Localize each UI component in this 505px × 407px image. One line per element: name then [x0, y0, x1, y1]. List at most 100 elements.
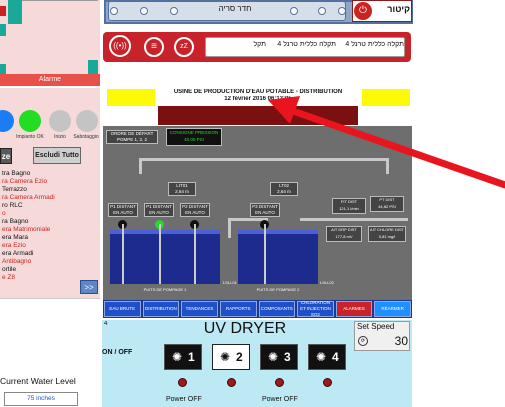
- room-dot-icon[interactable]: [290, 7, 298, 15]
- uv-lamp-4-number: 4: [332, 350, 339, 364]
- zones-button[interactable]: ze: [0, 148, 12, 164]
- zone-list-item[interactable]: era Mara: [2, 234, 80, 242]
- room-dot-icon[interactable]: [140, 7, 148, 15]
- well-2-label: PUITS DE POMPAGE 2: [256, 287, 300, 292]
- scada-date: 12 février 2016 06:12:05: [224, 96, 292, 102]
- room-dot-icon[interactable]: [338, 7, 346, 15]
- status-dot-inizio: [49, 110, 71, 132]
- pipe: [139, 158, 142, 174]
- zone-list-item[interactable]: e Z8: [2, 274, 80, 282]
- zone-list-item[interactable]: ro RLC: [2, 202, 80, 210]
- pump-column: [159, 224, 161, 284]
- water-level-label: Current Water Level: [0, 376, 76, 386]
- lsl-2-label: LSLL02: [320, 280, 334, 285]
- scada-nav-button[interactable]: COMPOSANTS: [258, 301, 296, 317]
- zone-list-item[interactable]: ra Camera Armadi: [2, 194, 80, 202]
- pressure-setpoint-label: CONSIGNE PRESSION: [169, 130, 219, 135]
- scada-nav-button[interactable]: TENDANCES: [181, 301, 218, 317]
- zone-list-item[interactable]: ra Bagno: [2, 218, 80, 226]
- alarm-bell-button[interactable]: ((•)): [109, 35, 131, 57]
- zone-list-item[interactable]: era Matrimoniale: [2, 226, 80, 234]
- uv-lamp-icon: ✺: [219, 350, 231, 364]
- tank-2: [238, 230, 318, 284]
- sensor-ait-drp-label: AIT DRP DIST: [331, 227, 357, 232]
- lt02-value: 2,64 m: [277, 189, 291, 194]
- zone-list-item[interactable]: o: [2, 210, 80, 218]
- brand-label: קיטור: [387, 4, 410, 14]
- pump-p1b-status[interactable]: P1 DISTANT EN AUTO: [144, 203, 174, 217]
- pump-p2-status[interactable]: P2 DISTANT EN AUTO: [180, 203, 210, 217]
- sensor-ait-drp-value: 177,8 mV: [335, 234, 353, 239]
- uv-lamp-icon: ✺: [171, 350, 183, 364]
- scada-nav-button[interactable]: RÉARMER: [374, 301, 411, 317]
- pump-column: [194, 224, 196, 284]
- well-1-label: PUITS DE POMPAGE 1: [143, 287, 187, 292]
- alarm-message-2: תקלה כללית טרנל 4: [277, 41, 336, 48]
- zone-alarm-marker: [0, 6, 6, 16]
- scada-banner: [158, 106, 358, 125]
- sensor-pt-dist-value: 44,82 PSI: [378, 204, 396, 209]
- tank-1: [110, 230, 220, 284]
- water-level-field[interactable]: 75 inches: [4, 392, 78, 406]
- set-speed-value: 30: [394, 334, 408, 348]
- sensor-fit-dist-value: 121,1 l/min: [339, 206, 359, 211]
- alarm-label: Alarme: [38, 76, 62, 83]
- uv-lamp-icon: ✺: [315, 350, 327, 364]
- room-dot-icon[interactable]: [318, 7, 326, 15]
- start-order-button[interactable]: ORDRE DE DÉPART POMPE 1, 2, 2: [106, 130, 158, 144]
- alarm-message-3: תקל: [253, 41, 266, 48]
- zone-list-item[interactable]: era Ezio: [2, 242, 80, 250]
- status-label-inizio: Inizio: [54, 134, 66, 140]
- power-led-1: [178, 378, 187, 387]
- room-dot-icon[interactable]: [170, 7, 178, 15]
- zone-list-item[interactable]: ortile: [2, 266, 80, 274]
- pump-p1-status[interactable]: P1 DISTANT EN AUTO: [108, 203, 138, 217]
- scada-nav-button[interactable]: RAPPORTS: [219, 301, 257, 317]
- uv-lamp-1-number: 1: [188, 350, 195, 364]
- zone-list: tra Bagno ra Camera Ezio Terrazzo ra Camera…: [0, 170, 80, 282]
- power-led-3: [275, 378, 284, 387]
- scada-nav-button[interactable]: CHLORATION ET INJECTION SO2: [297, 300, 334, 317]
- on-off-label: ON / OFF: [102, 349, 133, 356]
- power-off-label-1: Power OFF: [166, 396, 202, 403]
- yellow-indicator: [107, 89, 155, 106]
- sensor-ait-chlore-label: AIT CHLORE DIST: [369, 227, 405, 232]
- scada-nav-button[interactable]: ALARMES: [335, 301, 373, 317]
- power-icon: ⏻: [354, 2, 372, 20]
- lit01-value: 2,64 m: [175, 189, 189, 194]
- zone-list-item[interactable]: tra Bagno: [2, 170, 80, 178]
- pipe: [228, 218, 231, 238]
- floorplan-line: [22, 0, 98, 1]
- sleep-button[interactable]: zZ: [174, 37, 194, 57]
- menu-list-button[interactable]: ≡: [144, 37, 164, 57]
- zone-list-item[interactable]: Terrazzo: [2, 186, 80, 194]
- zone-list-item[interactable]: ra Camera Ezio: [2, 178, 80, 186]
- pipe: [386, 158, 389, 174]
- zone-block: [8, 0, 22, 24]
- status-label-sabotaggio: Sabotaggio: [73, 134, 99, 140]
- panel-number: 4: [104, 321, 108, 327]
- exclude-all-button[interactable]: Escludi Tutto: [33, 147, 81, 164]
- tank-surface: [110, 230, 220, 234]
- power-led-2: [227, 378, 236, 387]
- pump-p3-status[interactable]: P3 DISTANT EN AUTO: [250, 203, 280, 217]
- room-dot-icon[interactable]: [110, 7, 118, 15]
- uv-lamp-2-number: 2: [236, 350, 243, 364]
- lsl-1-label: LSLL01: [223, 280, 237, 285]
- zone-list-item[interactable]: era Armadi: [2, 250, 80, 258]
- power-led-4: [323, 378, 332, 387]
- pressure-setpoint-value: 40,00 PSI: [184, 137, 204, 142]
- scada-nav-button[interactable]: DISTRIBUTION: [142, 301, 180, 317]
- next-page-button[interactable]: >>: [80, 280, 98, 294]
- uv-dryer-title: UV DRYER: [203, 320, 287, 337]
- zone-block: [88, 60, 98, 74]
- yellow-indicator: [362, 89, 410, 106]
- scada-nav-button[interactable]: EAU BRUTE: [104, 301, 141, 317]
- zone-list-item[interactable]: Antibagno: [2, 258, 80, 266]
- status-dot-ok: [19, 110, 41, 132]
- divider: [0, 298, 100, 299]
- alarm-bar[interactable]: Alarme: [0, 74, 100, 86]
- uv-lamp-icon: ✺: [267, 350, 279, 364]
- scada-nav-bar: EAU BRUTE DISTRIBUTION TENDANCES RAPPORTS CO…: [103, 300, 412, 318]
- set-speed-label: Set Speed: [357, 322, 395, 331]
